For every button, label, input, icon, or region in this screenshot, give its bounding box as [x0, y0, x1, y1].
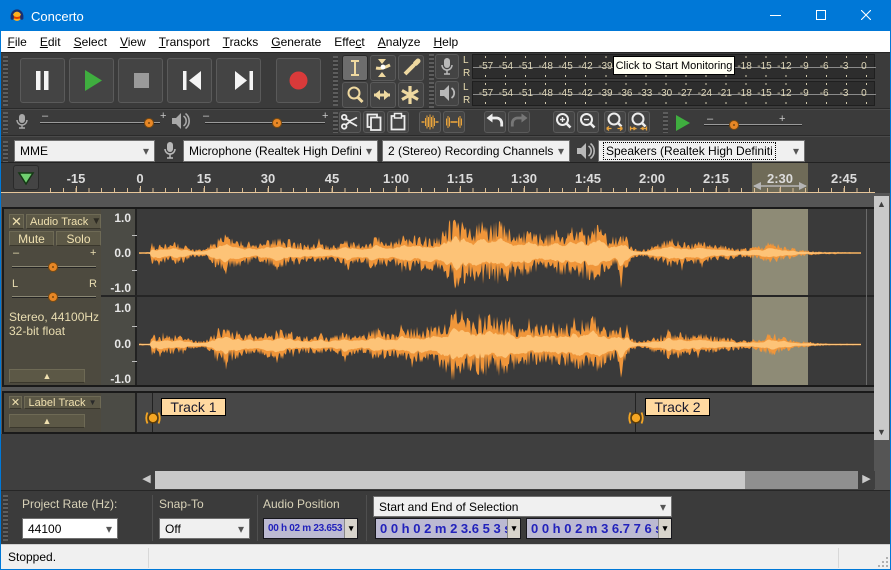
svg-text:+: + [322, 111, 328, 122]
svg-text:–: – [42, 111, 49, 122]
svg-text:–: – [203, 111, 210, 122]
svg-text:+: + [160, 111, 166, 122]
